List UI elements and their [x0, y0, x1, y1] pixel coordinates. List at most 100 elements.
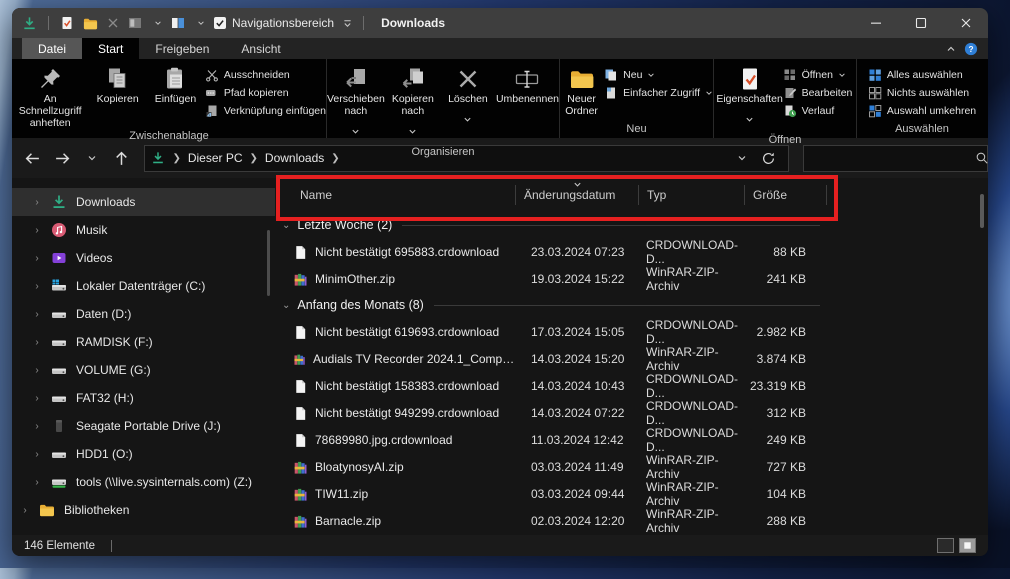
- collapse-chevron-icon[interactable]: ⌄: [282, 300, 290, 311]
- forward-button[interactable]: [50, 145, 76, 171]
- tab-datei[interactable]: Datei: [22, 38, 83, 59]
- ribbon-button-einfügen[interactable]: Einfügen: [147, 64, 204, 105]
- expander-chevron-icon[interactable]: ›: [32, 421, 42, 432]
- expander-chevron-icon[interactable]: ›: [32, 337, 42, 348]
- group-header-anfang-des-monats-8[interactable]: ⌄ Anfang des Monats (8): [275, 292, 988, 318]
- column-header-name[interactable]: Name: [275, 185, 515, 205]
- file-row-barnacle-zip[interactable]: Barnacle.zip 02.03.2024 12:20 WinRAR-ZIP…: [275, 507, 988, 535]
- navigation-pane-toggle[interactable]: Navigationsbereich: [214, 16, 352, 30]
- tab-start[interactable]: Start: [82, 38, 140, 59]
- explorer-window: Navigationsbereich Downloads Datei Start…: [12, 8, 988, 556]
- back-button[interactable]: [20, 145, 46, 171]
- expander-chevron-icon[interactable]: ›: [32, 449, 42, 460]
- sidebar-item-tools-live-sysinternals-com-z[interactable]: › tools (\\live.sysinternals.com) (Z:): [12, 468, 275, 496]
- file-list-scrollbar[interactable]: [980, 194, 984, 228]
- folder-icon[interactable]: [83, 16, 98, 31]
- chevron-down-icon[interactable]: [197, 19, 205, 27]
- file-row-tiw11-zip[interactable]: TIW11.zip 03.03.2024 09:44 WinRAR-ZIP-Ar…: [275, 480, 988, 508]
- file-row-nicht-bestätigt-695883-crdownload[interactable]: Nicht bestätigt 695883.crdownload 23.03.…: [275, 238, 988, 266]
- chevron-down-icon[interactable]: [154, 19, 162, 27]
- properties-check-icon[interactable]: [60, 16, 74, 30]
- details-view-button[interactable]: [937, 538, 954, 553]
- help-icon[interactable]: ?: [964, 42, 978, 56]
- file-row-audials-tv-recorder-2024-1-computerbil[interactable]: Audials TV Recorder 2024.1_ComputerBil..…: [275, 345, 988, 373]
- ausschneiden-icon: [205, 68, 219, 82]
- tab-freigeben[interactable]: Freigeben: [139, 38, 225, 59]
- file-date: 03.03.2024 09:44: [531, 487, 625, 501]
- details-pane-icon[interactable]: [128, 16, 142, 30]
- search-input[interactable]: [803, 151, 975, 165]
- expander-chevron-icon[interactable]: ›: [32, 281, 42, 292]
- file-date: 14.03.2024 07:22: [531, 406, 625, 420]
- ribbon-button-ausschneiden[interactable]: Ausschneiden: [205, 68, 326, 82]
- sidebar-item-videos[interactable]: › Videos: [12, 244, 275, 272]
- column-header-größe[interactable]: Größe: [744, 185, 827, 205]
- icons-view-button[interactable]: [959, 538, 976, 553]
- chevron-down-icon[interactable]: [343, 19, 352, 28]
- sidebar-item-bibliotheken[interactable]: › Bibliotheken: [12, 496, 275, 524]
- alles-auswählen-icon: [868, 68, 882, 82]
- file-row-minimother-zip[interactable]: MinimOther.zip 19.03.2024 15:22 WinRAR-Z…: [275, 265, 988, 293]
- file-row-nicht-bestätigt-158383-crdownload[interactable]: Nicht bestätigt 158383.crdownload 14.03.…: [275, 372, 988, 400]
- ribbon-button-öffnen[interactable]: Öffnen: [783, 68, 853, 82]
- ribbon-button-neu[interactable]: Neu: [604, 68, 713, 82]
- close-gray-icon[interactable]: [107, 17, 119, 29]
- sidebar-item-hdd1-o[interactable]: › HDD1 (O:): [12, 440, 275, 468]
- ribbon-button-kopieren-nach[interactable]: Kopieren nach: [386, 64, 440, 145]
- ribbon-button-verknüpfung-einfügen[interactable]: Verknüpfung einfügen: [205, 104, 326, 118]
- minimize-button[interactable]: [853, 8, 898, 38]
- expander-chevron-icon[interactable]: ›: [20, 505, 30, 516]
- search-icon[interactable]: [975, 151, 988, 165]
- ribbon-button-eigenschaften[interactable]: Eigenschaften: [716, 64, 783, 133]
- expander-chevron-icon[interactable]: ›: [32, 197, 42, 208]
- expander-chevron-icon[interactable]: ›: [32, 365, 42, 376]
- sidebar-item-daten-d[interactable]: › Daten (D:): [12, 300, 275, 328]
- ribbon-button-umbenennen[interactable]: Umbenennen: [496, 64, 559, 105]
- address-dropdown-icon[interactable]: [737, 153, 747, 163]
- ribbon-button-einfacher-zugriff[interactable]: Einfacher Zugriff: [604, 86, 713, 100]
- expander-chevron-icon[interactable]: ›: [32, 253, 42, 264]
- ribbon-button-nichts-auswählen[interactable]: Nichts auswählen: [868, 86, 976, 100]
- sidebar-scrollbar[interactable]: [267, 230, 270, 296]
- ribbon-button-bearbeiten[interactable]: Bearbeiten: [783, 86, 852, 100]
- file-row-78689980-jpg-crdownload[interactable]: 78689980.jpg.crdownload 11.03.2024 12:42…: [275, 426, 988, 454]
- file-row-nicht-bestätigt-949299-crdownload[interactable]: Nicht bestätigt 949299.crdownload 14.03.…: [275, 399, 988, 427]
- ribbon-button-an-schnellzugriff-anheften[interactable]: An Schnellzugriff anheften: [12, 64, 88, 129]
- file-list: Name Änderungsdatum Typ Größe ⌄ Letzte Woch…: [275, 175, 988, 535]
- collapse-chevron-icon[interactable]: ⌄: [282, 220, 290, 231]
- file-row-bloatynosyai-zip[interactable]: BloatynosyAI.zip 03.03.2024 11:49 WinRAR…: [275, 453, 988, 481]
- columns-icon[interactable]: [171, 16, 185, 30]
- expander-chevron-icon[interactable]: ›: [32, 477, 42, 488]
- sidebar-item-fat32-h[interactable]: › FAT32 (H:): [12, 384, 275, 412]
- file-row-nicht-bestätigt-619693-crdownload[interactable]: Nicht bestätigt 619693.crdownload 17.03.…: [275, 318, 988, 346]
- ribbon-button-verlauf[interactable]: Verlauf: [783, 104, 853, 118]
- ribbon-button-auswahl-umkehren[interactable]: Auswahl umkehren: [868, 104, 976, 118]
- ribbon-button-pfad-kopieren[interactable]: Pfad kopieren: [205, 86, 326, 100]
- ribbon-button-alles-auswählen[interactable]: Alles auswählen: [868, 68, 976, 82]
- maximize-button[interactable]: [898, 8, 943, 38]
- ribbon-button-kopieren[interactable]: Kopieren: [89, 64, 146, 105]
- up-button[interactable]: [109, 145, 135, 171]
- chevron-up-icon[interactable]: [946, 44, 956, 54]
- expander-chevron-icon[interactable]: ›: [32, 309, 42, 320]
- sidebar-item-downloads[interactable]: › Downloads: [12, 188, 275, 216]
- breadcrumb-dieser-pc[interactable]: Dieser PC: [188, 151, 243, 165]
- sidebar-item-ramdisk-f[interactable]: › RAMDISK (F:): [12, 328, 275, 356]
- recent-locations-button[interactable]: [79, 145, 105, 171]
- close-button[interactable]: [943, 8, 988, 38]
- tab-ansicht[interactable]: Ansicht: [225, 38, 296, 59]
- sidebar-item-seagate-portable-drive-j[interactable]: › Seagate Portable Drive (J:): [12, 412, 275, 440]
- breadcrumb-downloads[interactable]: Downloads: [265, 151, 324, 165]
- group-header-letzte-woche-2[interactable]: ⌄ Letzte Woche (2): [275, 212, 988, 238]
- sidebar-item-volume-g[interactable]: › VOLUME (G:): [12, 356, 275, 384]
- refresh-icon[interactable]: [761, 151, 776, 166]
- expander-chevron-icon[interactable]: ›: [32, 393, 42, 404]
- expander-chevron-icon[interactable]: ›: [32, 225, 42, 236]
- ribbon-button-löschen[interactable]: Löschen: [441, 64, 495, 133]
- sidebar-item-musik[interactable]: › Musik: [12, 216, 275, 244]
- ribbon-button-verschieben-nach[interactable]: Verschieben nach: [327, 64, 385, 145]
- column-header-typ[interactable]: Typ: [638, 185, 744, 205]
- file-size: 241 KB: [766, 272, 806, 286]
- ribbon-button-neuer-ordner[interactable]: Neuer Ordner: [560, 64, 603, 117]
- sidebar-item-lokaler-datenträger-c[interactable]: › Lokaler Datenträger (C:): [12, 272, 275, 300]
